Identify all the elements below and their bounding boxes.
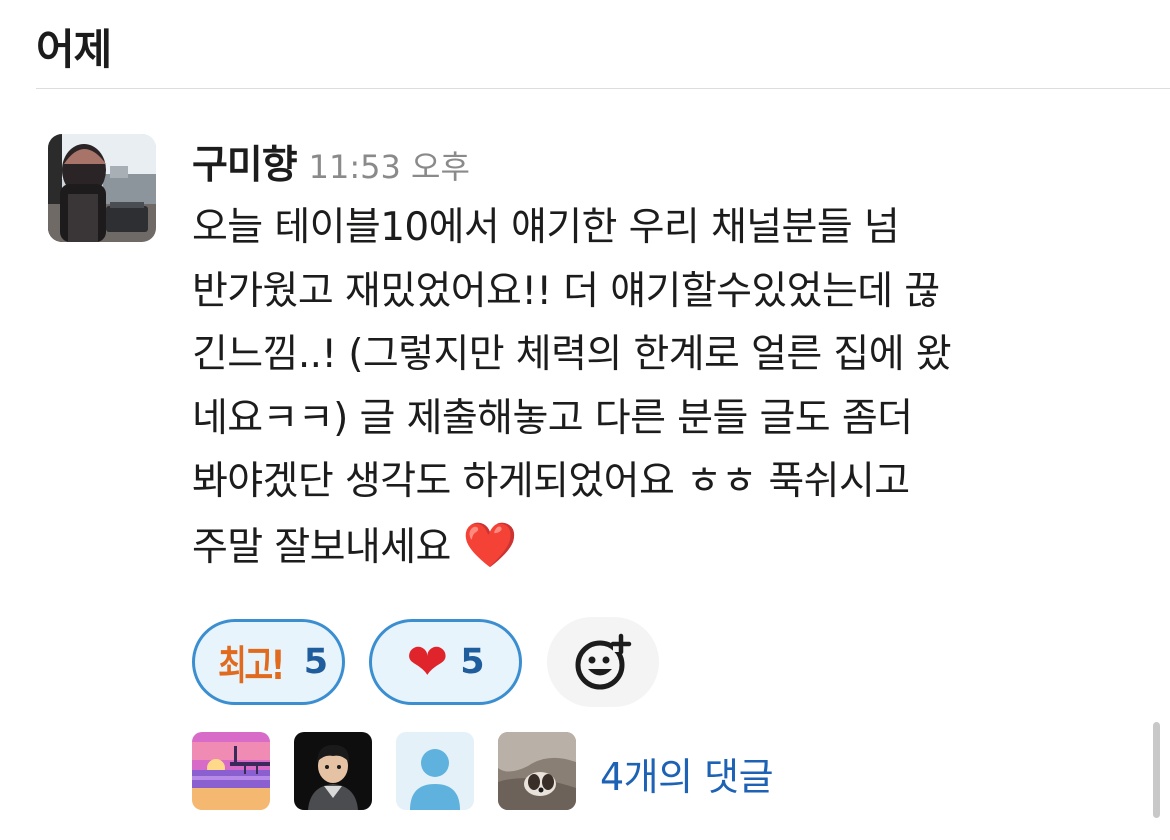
thread-participant-avatar[interactable]: [396, 732, 474, 810]
message-body: 오늘 테이블10에서 얘기한 우리 채널분들 넘 반가웠고 재밌었어요!! 더 …: [192, 196, 1132, 579]
message-header: 구미향 11:53 오후: [192, 134, 470, 194]
message-line: 네요ㅋㅋ) 글 제출해놓고 다른 분들 글도 좀더: [192, 395, 913, 441]
add-reaction-smiley-icon: [575, 633, 632, 690]
author-name[interactable]: 구미향: [192, 143, 298, 188]
reaction-heart[interactable]: ❤ 5: [369, 619, 522, 705]
add-reaction-button[interactable]: [547, 617, 659, 707]
reaction-choego[interactable]: 최고! 5: [192, 619, 345, 705]
default-person-avatar-icon: [396, 732, 474, 810]
message-timestamp[interactable]: 11:53 오후: [309, 148, 470, 186]
dog-photo-avatar-icon: [498, 732, 576, 810]
3d-character-avatar-icon: [294, 732, 372, 810]
reaction-count: 5: [303, 642, 329, 682]
sunset-pier-avatar-icon: [192, 732, 270, 810]
message-line-text: 주말 잘보내세요: [192, 524, 451, 570]
day-header: 어제: [36, 25, 112, 74]
message-line: 오늘 테이블10에서 얘기한 우리 채널분들 넘: [192, 205, 900, 250]
message-line: 반가웠고 재밌었어요!! 더 얘기할수있었는데 끊: [192, 268, 940, 314]
message-line: 봐야겠단 생각도 하게되었어요 ㅎㅎ 푹쉬시고: [192, 459, 910, 504]
day-divider: [36, 88, 1170, 89]
message-line-last: 주말 잘보내세요 ❤️: [192, 514, 1132, 580]
author-avatar[interactable]: [48, 134, 156, 242]
thread-participant-avatar[interactable]: [192, 732, 270, 810]
choego-custom-emoji-icon: 최고!: [218, 643, 285, 689]
red-heart-emoji-icon: ❤: [406, 633, 449, 691]
heart-emoji: ❤️: [462, 519, 518, 571]
reaction-count: 5: [460, 642, 485, 682]
thread-participant-avatar[interactable]: [294, 732, 372, 810]
scrollbar-thumb[interactable]: [1153, 722, 1160, 818]
message-line: 긴느낌..! (그렇지만 체력의 한계로 얼른 집에 왔: [192, 332, 952, 377]
thread-participant-avatar[interactable]: [498, 732, 576, 810]
thread-reply-count-link[interactable]: 4개의 댓글: [600, 746, 774, 801]
